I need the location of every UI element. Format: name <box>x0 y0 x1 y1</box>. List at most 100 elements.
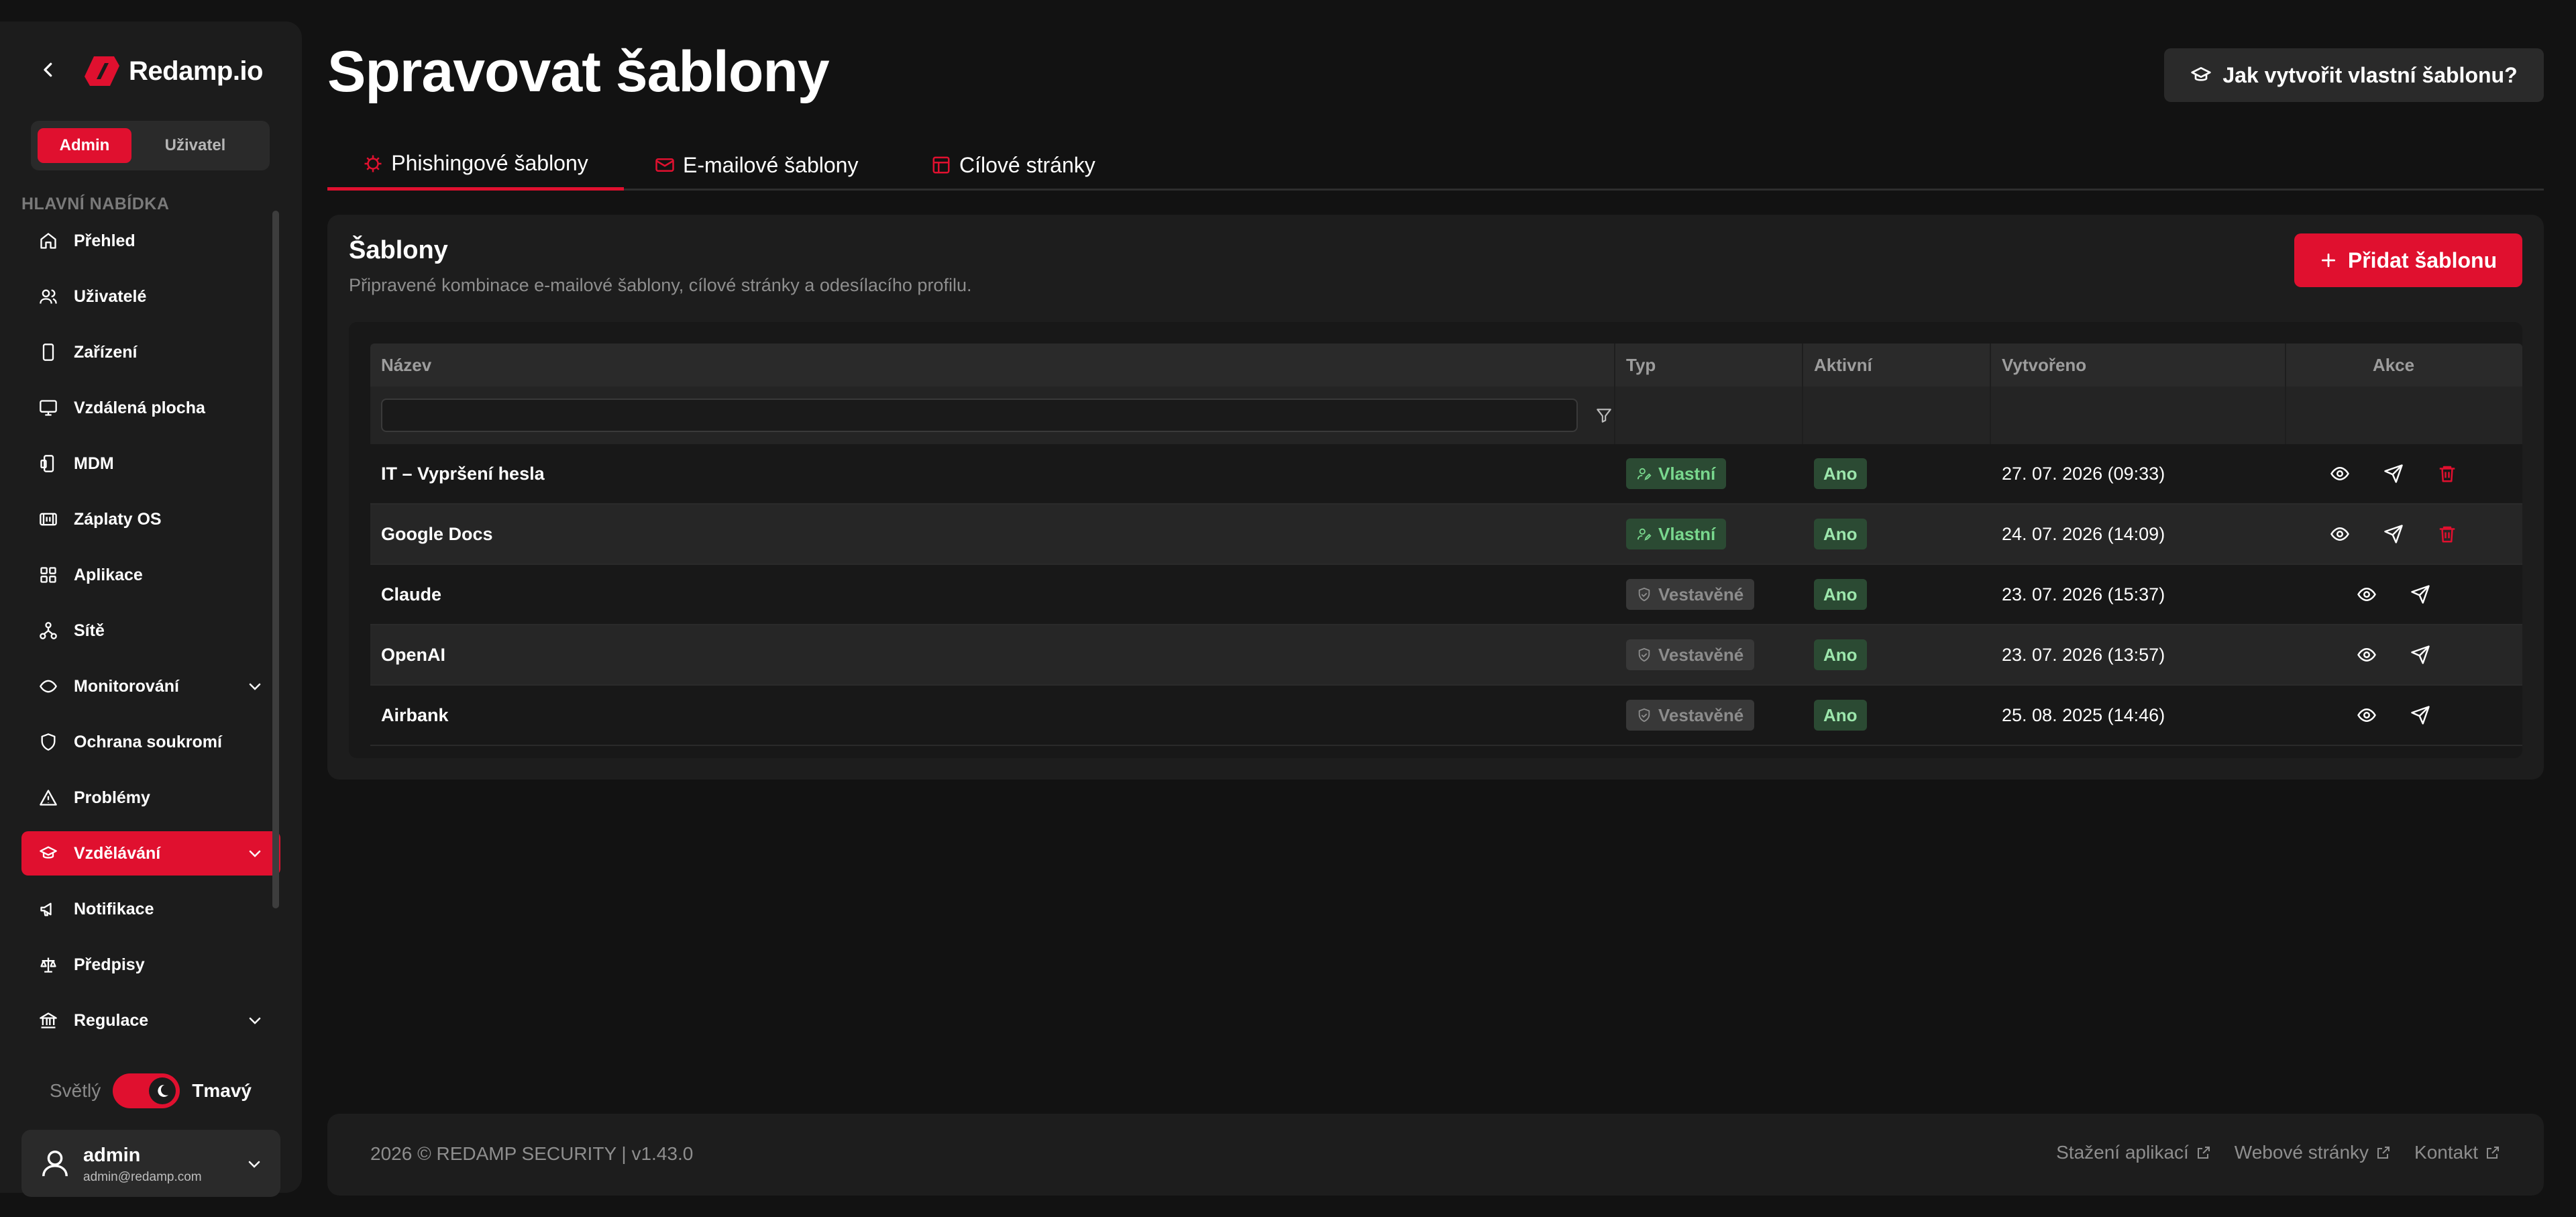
active-badge: Ano <box>1814 700 1867 731</box>
column-header-active[interactable]: Aktivní <box>1803 343 1991 386</box>
eye-icon[interactable] <box>2355 583 2378 606</box>
moon-icon <box>149 1077 176 1104</box>
sidebar-item-label: Ochrana soukromí <box>74 732 222 751</box>
active-badge: Ano <box>1814 519 1867 549</box>
table-row[interactable]: Claude Vestavěné Ano 23. 07. 2026 (15:37… <box>370 565 2522 625</box>
sidebar-item-label: Uživatelé <box>74 286 147 306</box>
sidebar-item-prehled[interactable]: Přehled <box>21 219 280 263</box>
name-filter-input[interactable] <box>381 399 1578 432</box>
sidebar-item-monitorovani[interactable]: Monitorování <box>21 664 280 708</box>
trash-icon[interactable] <box>2436 523 2459 545</box>
theme-dark-label: Tmavý <box>192 1080 252 1101</box>
table-row[interactable]: Google Docs Vlastní Ano 24. 07. 2026 (14… <box>370 505 2522 565</box>
table-row[interactable]: Airbank Vestavěné Ano 25. 08. 2025 (14:4… <box>370 686 2522 746</box>
tab-phishing-templates[interactable]: Phishingové šablony <box>327 140 624 191</box>
sidebar-item-label: Monitorování <box>74 676 179 696</box>
send-icon[interactable] <box>2409 643 2432 666</box>
mail-icon <box>655 158 674 172</box>
theme-switch: Světlý Tmavý <box>50 1072 252 1110</box>
send-icon[interactable] <box>2382 462 2405 485</box>
shield-check-icon <box>1638 647 1650 662</box>
network-icon <box>38 620 59 641</box>
mdm-icon <box>38 453 59 474</box>
table-row[interactable]: OpenAI Vestavěné Ano 23. 07. 2026 (13:57… <box>370 625 2522 686</box>
back-button[interactable] <box>34 55 63 85</box>
type-badge: Vestavěné <box>1626 639 1755 670</box>
sidebar-item-mdm[interactable]: MDM <box>21 441 280 486</box>
eye-icon[interactable] <box>2355 643 2378 666</box>
add-template-button[interactable]: Přidat šablonu <box>2294 233 2522 287</box>
cell-created: 25. 08. 2025 (14:46) <box>2002 704 2165 725</box>
tab-landing-pages[interactable]: Cílové stránky <box>931 140 1095 191</box>
footer-link-label: Stažení aplikací <box>2056 1142 2189 1163</box>
sidebar-item-predpisy[interactable]: Předpisy <box>21 943 280 987</box>
sidebar-item-zaplaty-os[interactable]: Záplaty OS <box>21 497 280 541</box>
sidebar-item-vzdelavani[interactable]: Vzdělávání <box>21 831 280 876</box>
sidebar-item-aplikace[interactable]: Aplikace <box>21 553 280 597</box>
eye-icon[interactable] <box>2328 462 2351 485</box>
tab-label: Cílové stránky <box>959 152 1095 177</box>
footer-link-website[interactable]: Webové stránky <box>2235 1142 2392 1163</box>
active-badge: Ano <box>1814 579 1867 610</box>
column-header-created[interactable]: Vytvořeno <box>1991 343 2286 386</box>
send-icon[interactable] <box>2409 704 2432 727</box>
send-icon[interactable] <box>2382 523 2405 545</box>
footer-links: Stažení aplikací Webové stránky Kontakt <box>2056 1142 2501 1163</box>
eye-icon[interactable] <box>2355 704 2378 727</box>
chevron-down-icon[interactable] <box>247 678 263 694</box>
role-admin-button[interactable]: Admin <box>38 128 131 163</box>
trash-icon[interactable] <box>2436 462 2459 485</box>
sidebar-item-label: Přehled <box>74 231 136 250</box>
table-row[interactable]: IT – Vypršení hesla Vlastní Ano 27. 07. … <box>370 444 2522 505</box>
sidebar-item-problemy[interactable]: Problémy <box>21 776 280 820</box>
cell-active: Ano <box>1803 564 1991 625</box>
tab-email-templates[interactable]: E-mailové šablony <box>655 140 858 191</box>
brand-logo[interactable]: Redamp.io <box>85 54 263 89</box>
sidebar-item-regulace[interactable]: Regulace <box>21 998 280 1043</box>
footer-link-contact[interactable]: Kontakt <box>2414 1142 2501 1163</box>
filter-cell-actions <box>2286 386 2501 444</box>
send-icon[interactable] <box>2409 583 2432 606</box>
chevron-down-icon[interactable] <box>247 845 263 861</box>
user-menu[interactable]: admin admin@redamp.com <box>21 1130 280 1197</box>
cell-created: 23. 07. 2026 (13:57) <box>2002 644 2165 665</box>
column-header-type[interactable]: Typ <box>1615 343 1803 386</box>
user-edit-icon <box>1637 468 1652 480</box>
footer-link-label: Webové stránky <box>2234 1142 2369 1163</box>
tab-label: E-mailové šablony <box>683 152 859 177</box>
sidebar-item-zarizeni[interactable]: Zařízení <box>21 330 280 374</box>
filter-cell-type <box>1615 386 1803 444</box>
cell-actions <box>2286 504 2501 564</box>
footer-link-downloads[interactable]: Stažení aplikací <box>2056 1142 2212 1163</box>
sidebar-item-label: Předpisy <box>74 955 145 974</box>
eye-icon[interactable] <box>2328 523 2351 545</box>
sidebar-item-ochrana-soukromi[interactable]: Ochrana soukromí <box>21 720 280 764</box>
sidebar-item-vzdalena-plocha[interactable]: Vzdálená plocha <box>21 386 280 430</box>
chevron-left-icon <box>44 62 52 77</box>
cell-name: IT – Vypršení hesla <box>381 463 545 484</box>
column-header-actions: Akce <box>2372 354 2415 375</box>
sidebar-item-site[interactable]: Sítě <box>21 608 280 653</box>
page-title: Spravovat šablony <box>327 40 830 104</box>
chevron-down-icon[interactable] <box>246 1155 263 1173</box>
home-icon <box>38 230 59 252</box>
landing-page-icon <box>932 156 950 174</box>
warning-icon <box>38 787 59 808</box>
role-user-button[interactable]: Uživatel <box>131 128 259 163</box>
sidebar-scrollbar[interactable] <box>272 211 279 908</box>
footer: 2026 © REDAMP SECURITY | v1.43.0 Stažení… <box>327 1114 2544 1196</box>
help-button[interactable]: Jak vytvořit vlastní šablonu? <box>2164 48 2544 102</box>
filter-row <box>370 386 2522 444</box>
cell-created: 23. 07. 2026 (15:37) <box>2002 584 2165 604</box>
cell-type: Vlastní <box>1615 443 1803 504</box>
filter-icon[interactable] <box>1595 407 1613 424</box>
column-header-name[interactable]: Název <box>370 343 1615 386</box>
shield-check-icon <box>1638 587 1650 602</box>
sidebar-item-notifikace[interactable]: Notifikace <box>21 887 280 931</box>
sidebar-item-label: Problémy <box>74 788 150 807</box>
theme-toggle[interactable] <box>113 1073 180 1108</box>
chevron-down-icon[interactable] <box>247 1012 263 1028</box>
device-icon <box>38 341 59 363</box>
templates-table-wrapper: Název Typ Aktivní Vytvořeno Akce IT – Vy… <box>349 322 2522 758</box>
sidebar-item-uzivatele[interactable]: Uživatelé <box>21 274 280 319</box>
